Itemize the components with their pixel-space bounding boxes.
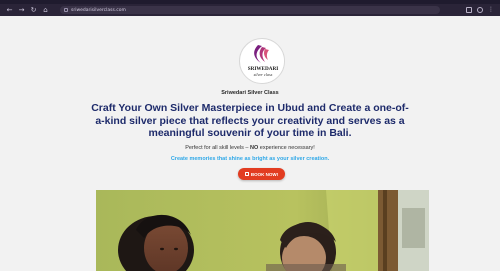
- tagline: Create memories that shine as bright as …: [170, 156, 330, 162]
- book-now-button[interactable]: BOOK NOW!: [238, 168, 285, 180]
- address-bar[interactable]: sriwedarisilverclass.com: [60, 6, 440, 14]
- workshop-photo: [96, 190, 429, 271]
- browser-toolbar: ← → ↻ ⌂ sriwedarisilverclass.com ⋮: [0, 4, 500, 16]
- skill-prefix: Perfect for all skill levels –: [185, 145, 250, 151]
- lock-icon: [64, 8, 68, 12]
- menu-icon[interactable]: ⋮: [488, 7, 494, 13]
- skill-emphasis: NO: [250, 145, 259, 151]
- brand-logo[interactable]: SRIWEDARI silver class: [239, 38, 285, 84]
- book-now-label: BOOK NOW!: [250, 171, 279, 177]
- skill-suffix: experience necessary!: [258, 145, 315, 151]
- workshop-photo-illustration: [96, 190, 429, 271]
- extensions-icon[interactable]: [466, 7, 472, 13]
- home-icon[interactable]: ⌂: [41, 6, 50, 15]
- forward-icon[interactable]: →: [17, 6, 26, 15]
- brand-name: Sriwedari Silver Class: [221, 90, 279, 96]
- skill-level-note: Perfect for all skill levels – NO experi…: [0, 145, 500, 151]
- page-title: Craft Your Own Silver Masterpiece in Ubu…: [91, 102, 409, 139]
- calendar-icon: [244, 172, 249, 176]
- logo-emblem-icon: SRIWEDARI silver class: [240, 39, 284, 83]
- reload-icon[interactable]: ↻: [29, 6, 38, 15]
- logo-text-line2: silver class: [254, 72, 273, 77]
- profile-icon[interactable]: [477, 7, 483, 13]
- url-text: sriwedarisilverclass.com: [71, 7, 126, 13]
- back-icon[interactable]: ←: [5, 6, 14, 15]
